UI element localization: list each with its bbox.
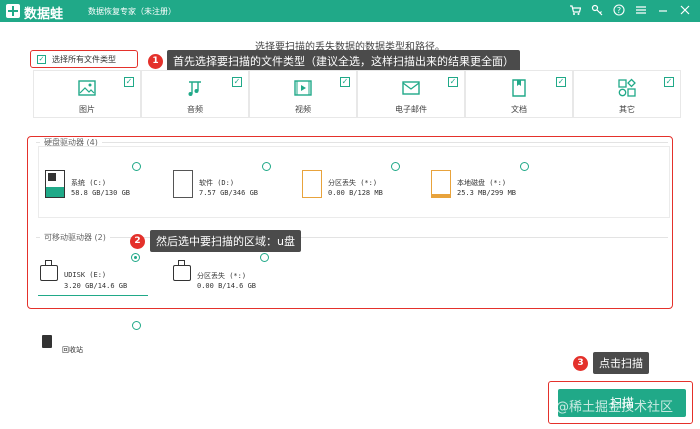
file-type-label: 图片 — [79, 105, 95, 114]
recycle-bin-icon — [42, 335, 52, 348]
menu-icon[interactable] — [634, 3, 648, 17]
title-bar: 数据蛙 数据恢复专家（未注册） ? — [0, 0, 700, 22]
drive-size: 58.8 GB/130 GB — [71, 189, 131, 197]
lost-partition-icon — [302, 170, 322, 198]
select-all-label: 选择所有文件类型 — [52, 54, 116, 64]
recycle-bin-label: 回收站 — [62, 346, 83, 354]
usb-drive-icon — [40, 260, 58, 281]
drive-radio[interactable] — [260, 253, 269, 262]
system-drive-icon — [45, 170, 65, 198]
divider — [36, 142, 668, 143]
apps-icon — [618, 78, 636, 97]
file-type-video[interactable]: 视频 ✓ — [249, 70, 357, 118]
check-icon[interactable]: ✓ — [556, 77, 566, 87]
callout-number-1: 1 — [148, 54, 163, 69]
mail-icon — [402, 81, 420, 95]
app-brand: 数据蛙 — [24, 7, 64, 22]
check-icon[interactable]: ✓ — [340, 77, 350, 87]
file-type-label: 视频 — [295, 105, 311, 114]
removable-section-title: 可移动驱动器 (2) — [40, 232, 110, 243]
drive-size: 3.20 GB/14.6 GB — [64, 282, 128, 290]
file-type-other[interactable]: 其它 ✓ — [573, 70, 681, 118]
drive-radio[interactable] — [520, 162, 529, 171]
local-disk-icon — [431, 170, 451, 198]
file-type-label: 电子邮件 — [395, 105, 427, 114]
callout-number-2: 2 — [130, 234, 145, 249]
drive-size: 0.00 B/128 MB — [328, 189, 383, 197]
svg-text:?: ? — [617, 6, 621, 15]
callout-3: 点击扫描 — [593, 352, 649, 374]
check-icon[interactable]: ✓ — [448, 77, 458, 87]
drive-name: 系统 (C:) — [71, 179, 107, 187]
watermark: @稀土掘金技术社区 — [556, 400, 674, 415]
drive-name: 本地磁盘 (*:) — [457, 179, 507, 187]
callout-1: 首先选择要扫描的文件类型（建议全选，这样扫描出来的结果更全面） — [167, 50, 520, 72]
document-icon — [512, 79, 526, 97]
video-icon — [294, 80, 312, 96]
callout-number-3: 3 — [573, 356, 588, 371]
file-type-document[interactable]: 文档 ✓ — [465, 70, 573, 118]
close-icon[interactable] — [678, 3, 692, 17]
file-type-label: 其它 — [619, 105, 635, 114]
selected-underline — [38, 295, 148, 296]
check-icon[interactable]: ✓ — [124, 77, 134, 87]
file-type-label: 音频 — [187, 105, 203, 114]
file-type-picture[interactable]: 图片 ✓ — [33, 70, 141, 118]
music-icon — [188, 81, 201, 96]
logo-icon — [6, 4, 20, 18]
check-icon[interactable]: ✓ — [664, 77, 674, 87]
drive-name: 分区丢失 (*:) — [328, 179, 378, 187]
drive-radio[interactable] — [262, 162, 271, 171]
file-type-label: 文档 — [511, 105, 527, 114]
help-icon[interactable]: ? — [612, 3, 626, 17]
drive-radio[interactable] — [132, 162, 141, 171]
drive-size: 25.3 MB/299 MB — [457, 189, 517, 197]
recycle-radio[interactable] — [132, 321, 141, 330]
key-icon[interactable] — [590, 3, 604, 17]
drive-size: 0.00 B/14.6 GB — [197, 282, 257, 290]
minimize-icon[interactable] — [656, 3, 670, 17]
drive-name: 软件 (D:) — [199, 179, 235, 187]
file-type-email[interactable]: 电子邮件 ✓ — [357, 70, 465, 118]
cart-icon[interactable] — [568, 3, 582, 17]
file-type-grid: 图片 ✓ 音频 ✓ 视频 ✓ 电子邮件 ✓ 文档 ✓ 其它 ✓ — [33, 70, 681, 118]
drive-name: UDISK (E:) — [64, 271, 107, 279]
drive-radio[interactable] — [131, 253, 140, 262]
app-subtitle: 数据恢复专家（未注册） — [88, 7, 176, 16]
drive-name: 分区丢失 (*:) — [197, 272, 247, 280]
file-type-audio[interactable]: 音频 ✓ — [141, 70, 249, 118]
check-icon: ✓ — [37, 54, 46, 64]
callout-2: 然后选中要扫描的区域：u盘 — [150, 230, 301, 252]
select-all-checkbox[interactable]: ✓ 选择所有文件类型 — [30, 50, 138, 68]
drive-icon — [173, 170, 193, 198]
picture-icon — [78, 80, 96, 96]
drive-radio[interactable] — [391, 162, 400, 171]
drive-size: 7.57 GB/346 GB — [199, 189, 259, 197]
usb-drive-icon — [173, 260, 191, 281]
check-icon[interactable]: ✓ — [232, 77, 242, 87]
